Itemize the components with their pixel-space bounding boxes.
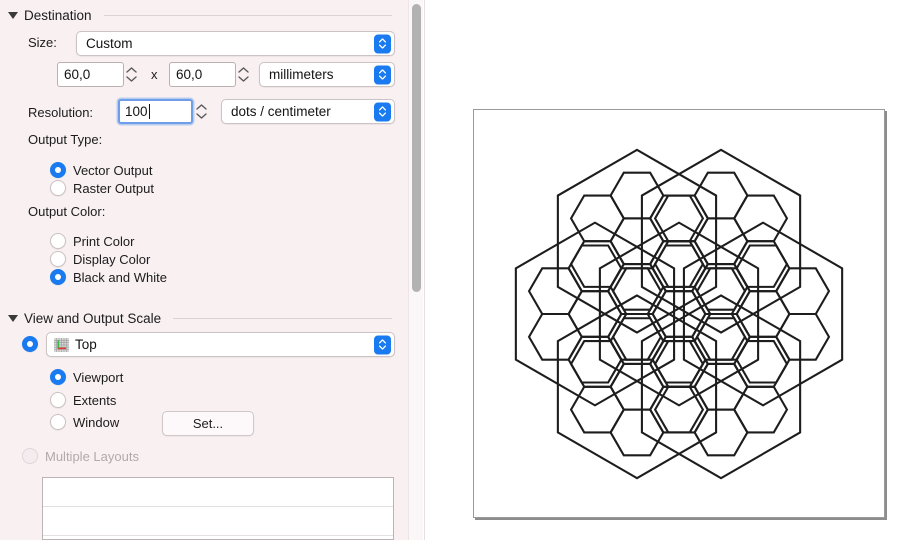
radio-viewport[interactable]: Viewport (50, 368, 123, 386)
radio-indicator[interactable] (50, 162, 66, 178)
output-color-label: Output Color: (28, 204, 106, 219)
height-input[interactable]: 60,0 (169, 62, 236, 87)
radio-indicator (22, 448, 38, 464)
radio-label: Raster Output (73, 180, 154, 196)
section-header-view-and-output-scale[interactable]: View and Output Scale (8, 309, 392, 327)
radio-indicator[interactable] (50, 369, 66, 385)
radio-indicator[interactable] (50, 233, 66, 249)
scrollbar-thumb[interactable] (412, 4, 421, 292)
text-caret (148, 104, 150, 119)
radio-label: Vector Output (73, 162, 153, 178)
section-divider (173, 317, 392, 319)
radio-display-color[interactable]: Display Color (50, 250, 150, 268)
radio-label: Black and White (73, 269, 167, 285)
export-dialog: Destination Size: Custom 60,0 x 60,0 mil… (0, 0, 900, 540)
radio-extents[interactable]: Extents (50, 391, 116, 409)
width-input[interactable]: 60,0 (57, 62, 124, 87)
size-preset-dropdown[interactable]: Custom (76, 31, 395, 56)
radio-window[interactable]: Window (50, 413, 119, 431)
radio-indicator[interactable] (50, 251, 66, 267)
radio-vector-output[interactable]: Vector Output (50, 161, 153, 179)
view-dropdown[interactable]: Top (46, 332, 395, 357)
radio-raster-output[interactable]: Raster Output (50, 179, 154, 197)
section-divider (103, 14, 392, 16)
chevron-updown-icon[interactable] (374, 335, 391, 354)
radio-label: Multiple Layouts (45, 448, 139, 464)
chevron-updown-icon[interactable] (374, 102, 391, 121)
view-value: Top (75, 337, 97, 352)
radio-label: Print Color (73, 233, 135, 249)
radio-label: Viewport (73, 369, 124, 385)
set-window-button[interactable]: Set... (162, 411, 254, 436)
set-window-button-label: Set... (192, 416, 224, 431)
list-item[interactable] (43, 536, 393, 539)
output-type-label: Output Type: (28, 132, 103, 147)
top-view-axes-icon (54, 337, 69, 352)
size-multiply-symbol: x (151, 67, 158, 82)
resolution-units-dropdown[interactable]: dots / centimeter (221, 99, 395, 124)
list-item[interactable] (43, 507, 393, 536)
list-item[interactable] (43, 478, 393, 507)
radio-label: Extents (73, 392, 117, 408)
width-value: 60,0 (64, 67, 91, 82)
resolution-units-value: dots / centimeter (231, 104, 331, 119)
settings-panel: Destination Size: Custom 60,0 x 60,0 mil… (0, 0, 408, 540)
radio-multiple-layouts: Multiple Layouts (22, 447, 139, 465)
resolution-input[interactable]: 100 (118, 99, 193, 124)
radio-indicator[interactable] (50, 392, 66, 408)
size-preset-value: Custom (86, 36, 133, 51)
chevron-updown-icon[interactable] (374, 65, 391, 84)
radio-indicator[interactable] (50, 269, 66, 285)
height-stepper[interactable] (237, 62, 250, 86)
size-label: Size: (28, 35, 57, 50)
chevron-updown-icon[interactable] (374, 34, 391, 53)
radio-black-and-white[interactable]: Black and White (50, 268, 167, 286)
radio-print-color[interactable]: Print Color (50, 232, 134, 250)
height-value: 60,0 (176, 67, 203, 82)
resolution-label: Resolution: (28, 105, 94, 120)
chevron-down-icon[interactable] (8, 11, 18, 19)
chevron-down-icon[interactable] (8, 314, 18, 322)
drawing-preview-page (473, 109, 885, 518)
radio-label: Window (73, 414, 120, 430)
radio-indicator[interactable] (50, 414, 66, 430)
radio-view-selection[interactable] (22, 336, 38, 352)
radio-label: Display Color (73, 251, 151, 267)
width-stepper[interactable] (125, 62, 138, 86)
size-units-value: millimeters (269, 67, 334, 82)
settings-scrollbar[interactable] (408, 0, 423, 540)
radio-indicator[interactable] (50, 180, 66, 196)
overlapping-hexagon-tiling (514, 148, 844, 480)
preview-pane (424, 0, 900, 540)
resolution-value: 100 (125, 104, 148, 119)
section-title: Destination (24, 7, 92, 23)
size-units-dropdown[interactable]: millimeters (259, 62, 395, 87)
section-title: View and Output Scale (24, 310, 162, 326)
resolution-stepper[interactable] (195, 99, 208, 123)
section-header-destination[interactable]: Destination (8, 6, 392, 24)
layouts-listbox[interactable] (42, 477, 394, 540)
